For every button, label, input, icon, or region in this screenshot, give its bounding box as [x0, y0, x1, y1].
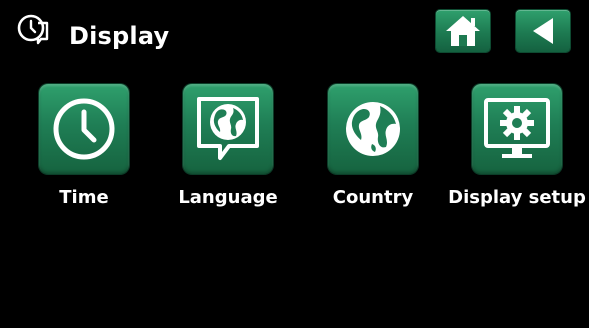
header-bar: Display — [0, 0, 589, 66]
display-settings-icon — [16, 13, 50, 47]
menu-item-time-label: Time — [59, 187, 109, 208]
display-setup-tile[interactable] — [472, 84, 562, 174]
country-tile[interactable] — [328, 84, 418, 174]
monitor-gear-icon — [484, 98, 550, 158]
page-title: Display — [69, 22, 170, 50]
back-arrow-icon — [533, 18, 553, 44]
display-screen: Display Time Language Country Display se… — [0, 0, 589, 328]
menu-item-display-setup[interactable]: Display setup — [442, 84, 589, 224]
language-tile[interactable] — [183, 84, 273, 174]
home-icon — [446, 16, 480, 46]
menu-item-country[interactable]: Country — [298, 84, 448, 224]
menu-item-display-setup-label: Display setup — [448, 187, 586, 208]
time-tile[interactable] — [39, 84, 129, 174]
globe-speech-bubble-icon — [197, 97, 259, 160]
home-button[interactable] — [436, 10, 490, 52]
menu-item-language-label: Language — [178, 187, 278, 208]
globe-icon — [346, 102, 400, 156]
clock-icon — [53, 98, 115, 160]
menu-item-time[interactable]: Time — [9, 84, 159, 224]
menu-item-country-label: Country — [332, 187, 414, 208]
menu-item-language[interactable]: Language — [153, 84, 303, 224]
back-button[interactable] — [516, 10, 570, 52]
